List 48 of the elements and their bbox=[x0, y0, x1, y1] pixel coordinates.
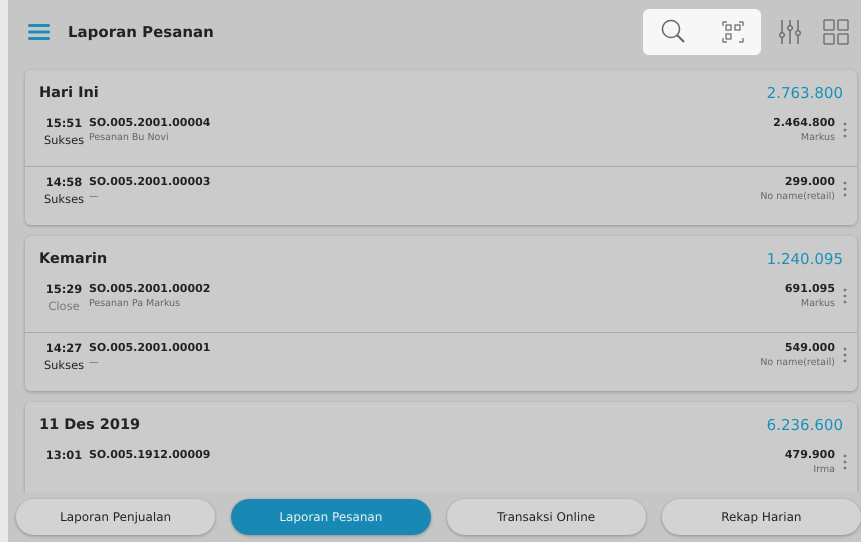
customer-name: Markus bbox=[800, 132, 835, 143]
sliders-icon bbox=[779, 19, 801, 45]
order-number: SO.005.2001.00002 bbox=[89, 282, 212, 295]
order-status: Close bbox=[48, 299, 80, 313]
order-note: Pesanan Bu Novi bbox=[89, 132, 170, 143]
order-amount: 2.464.800 bbox=[773, 116, 835, 129]
more-options-icon bbox=[843, 288, 847, 304]
report-tab[interactable]: Laporan Penjualan bbox=[16, 499, 216, 535]
group-date: Hari Ini bbox=[39, 85, 99, 101]
group-date: Kemarin bbox=[39, 251, 108, 267]
more-options-icon bbox=[843, 454, 847, 470]
order-amount: 479.900 bbox=[784, 448, 835, 461]
group-total: 1.240.095 bbox=[766, 250, 843, 268]
order-amount: 691.095 bbox=[784, 282, 835, 295]
more-options-icon bbox=[843, 122, 847, 138]
order-time: 14:27 bbox=[46, 341, 82, 355]
more-options-icon bbox=[843, 181, 847, 197]
order-note: — bbox=[89, 357, 100, 368]
order-amount: 549.000 bbox=[784, 341, 835, 354]
scan-icon bbox=[722, 21, 744, 43]
search-icon bbox=[660, 19, 686, 45]
order-status: Sukses bbox=[44, 133, 84, 147]
order-time: 13:01 bbox=[46, 448, 82, 462]
group-total: 2.763.800 bbox=[766, 84, 843, 102]
report-tab[interactable]: Rekap Harian bbox=[662, 499, 861, 535]
order-amount: 299.000 bbox=[784, 175, 835, 188]
order-number: SO.005.2001.00003 bbox=[89, 175, 212, 188]
customer-name: No name(retail) bbox=[760, 191, 835, 202]
menu-icon bbox=[28, 23, 50, 41]
more-options-icon bbox=[843, 347, 847, 363]
order-time: 15:51 bbox=[46, 116, 82, 130]
customer-name: No name(retail) bbox=[760, 357, 835, 368]
order-time: 15:29 bbox=[46, 282, 82, 296]
order-note: — bbox=[89, 191, 100, 202]
order-note: Pesanan Pa Markus bbox=[89, 298, 182, 309]
customer-name: Irma bbox=[813, 464, 835, 475]
order-number: SO.005.2001.00001 bbox=[89, 341, 212, 354]
group-date: 11 Des 2019 bbox=[39, 417, 140, 433]
page-title: Laporan Pesanan bbox=[68, 23, 215, 41]
order-number: SO.005.2001.00004 bbox=[89, 116, 212, 129]
grid-icon bbox=[823, 19, 849, 45]
order-number: SO.005.1912.00009 bbox=[89, 448, 212, 461]
order-status: Sukses bbox=[44, 358, 84, 372]
order-status: Sukses bbox=[44, 192, 84, 206]
order-time: 14:58 bbox=[46, 175, 82, 189]
group-total: 6.236.600 bbox=[766, 416, 843, 434]
report-tab[interactable]: Transaksi Online bbox=[446, 499, 646, 535]
customer-name: Markus bbox=[800, 298, 835, 309]
